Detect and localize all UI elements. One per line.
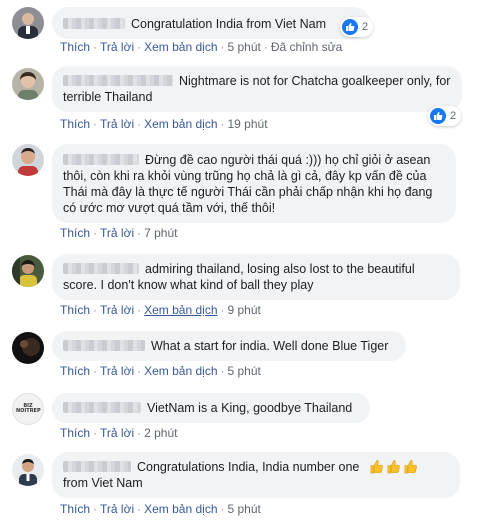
like-link[interactable]: Thích <box>60 226 90 240</box>
comment-bubble: Congratulation India from Viet Nam <box>52 7 370 39</box>
timestamp[interactable]: 5 phút <box>228 40 261 54</box>
avatar[interactable] <box>12 68 44 100</box>
timestamp[interactable]: 5 phút <box>228 502 261 516</box>
like-reaction-icon <box>342 19 358 35</box>
avatar[interactable] <box>12 255 44 287</box>
timestamp[interactable]: 7 phút <box>144 226 177 240</box>
comment-actions: Thích · Trả lời · 7 phút <box>60 226 178 240</box>
timestamp[interactable]: 5 phút <box>228 364 261 378</box>
comment-bubble: Congratulations India, India number one … <box>52 452 460 498</box>
comment-text: Congratulation India from Viet Nam <box>131 17 327 31</box>
translate-link[interactable]: Xem bản dịch <box>144 40 217 54</box>
avatar[interactable] <box>12 454 44 486</box>
timestamp[interactable]: 9 phút <box>228 303 261 317</box>
author-name[interactable] <box>63 402 141 413</box>
author-name[interactable] <box>63 154 139 165</box>
comment-actions: Thích · Trả lời · Xem bản dịch · 5 phút <box>60 364 261 378</box>
like-link[interactable]: Thích <box>60 117 90 131</box>
comment-actions: Thích · Trả lời · Xem bản dịch · 5 phút <box>60 502 261 516</box>
reply-link[interactable]: Trả lời <box>100 364 134 378</box>
like-link[interactable]: Thích <box>60 364 90 378</box>
comment-text: Congratulations India, India number one <box>137 460 360 474</box>
translate-link[interactable]: Xem bản dịch <box>144 303 217 317</box>
comment-actions: Thích · Trả lời · Xem bản dịch · 5 phút · Đã chỉ… <box>60 40 343 54</box>
author-name[interactable] <box>63 340 145 351</box>
comment-bubble: What a start for india. Well done Blue T… <box>52 331 406 361</box>
reply-link[interactable]: Trả lời <box>100 117 134 131</box>
like-link[interactable]: Thích <box>60 502 90 516</box>
reply-link[interactable]: Trả lời <box>100 40 134 54</box>
reply-link[interactable]: Trả lời <box>100 426 134 440</box>
like-link[interactable]: Thích <box>60 426 90 440</box>
like-link[interactable]: Thích <box>60 303 90 317</box>
comment-bubble: admiring thailand, losing also lost to t… <box>52 254 460 300</box>
reply-link[interactable]: Trả lời <box>100 303 134 317</box>
comment-actions: Thích · Trả lời · Xem bản dịch · 19 phút <box>60 117 268 131</box>
author-name[interactable] <box>63 263 139 274</box>
avatar[interactable]: BIZ NOITREP <box>12 393 44 425</box>
reaction-count[interactable]: 2 <box>428 106 462 126</box>
comment-bubble: VietNam is a King, goodbye Thailand <box>52 393 370 423</box>
edited-label: Đã chỉnh sửa <box>270 40 343 54</box>
comment-text-line2: from Viet Nam <box>63 476 143 490</box>
thumbs-up-emoji-icon <box>367 460 418 474</box>
reply-link[interactable]: Trả lời <box>100 226 134 240</box>
avatar[interactable] <box>12 144 44 176</box>
reaction-number: 2 <box>362 21 369 33</box>
like-reaction-icon <box>430 108 446 124</box>
comment-bubble: Đừng đề cao người thái quá :))) họ chỉ g… <box>52 144 456 223</box>
comment-actions: Thích · Trả lời · Xem bản dịch · 9 phút <box>60 303 261 317</box>
comment-text: What a start for india. Well done Blue T… <box>151 339 389 353</box>
avatar[interactable] <box>12 332 44 364</box>
avatar-logo-text: BIZ NOITREP <box>16 403 41 414</box>
author-name[interactable] <box>63 18 125 29</box>
timestamp[interactable]: 19 phút <box>228 117 268 131</box>
reaction-number: 2 <box>450 110 457 122</box>
author-name[interactable] <box>63 75 173 86</box>
comment-actions: Thích · Trả lời · 2 phút <box>60 426 178 440</box>
author-name[interactable] <box>63 461 131 472</box>
translate-link[interactable]: Xem bản dịch <box>144 502 217 516</box>
reply-link[interactable]: Trả lời <box>100 502 134 516</box>
avatar[interactable] <box>12 7 44 39</box>
translate-link[interactable]: Xem bản dịch <box>144 364 217 378</box>
comment-text: VietNam is a King, goodbye Thailand <box>147 401 353 415</box>
translate-link[interactable]: Xem bản dịch <box>144 117 217 131</box>
timestamp[interactable]: 2 phút <box>144 426 177 440</box>
reaction-count[interactable]: 2 <box>340 17 374 37</box>
comment-bubble: Nightmare is not for Chatcha goalkeeper … <box>52 66 462 112</box>
like-link[interactable]: Thích <box>60 40 90 54</box>
